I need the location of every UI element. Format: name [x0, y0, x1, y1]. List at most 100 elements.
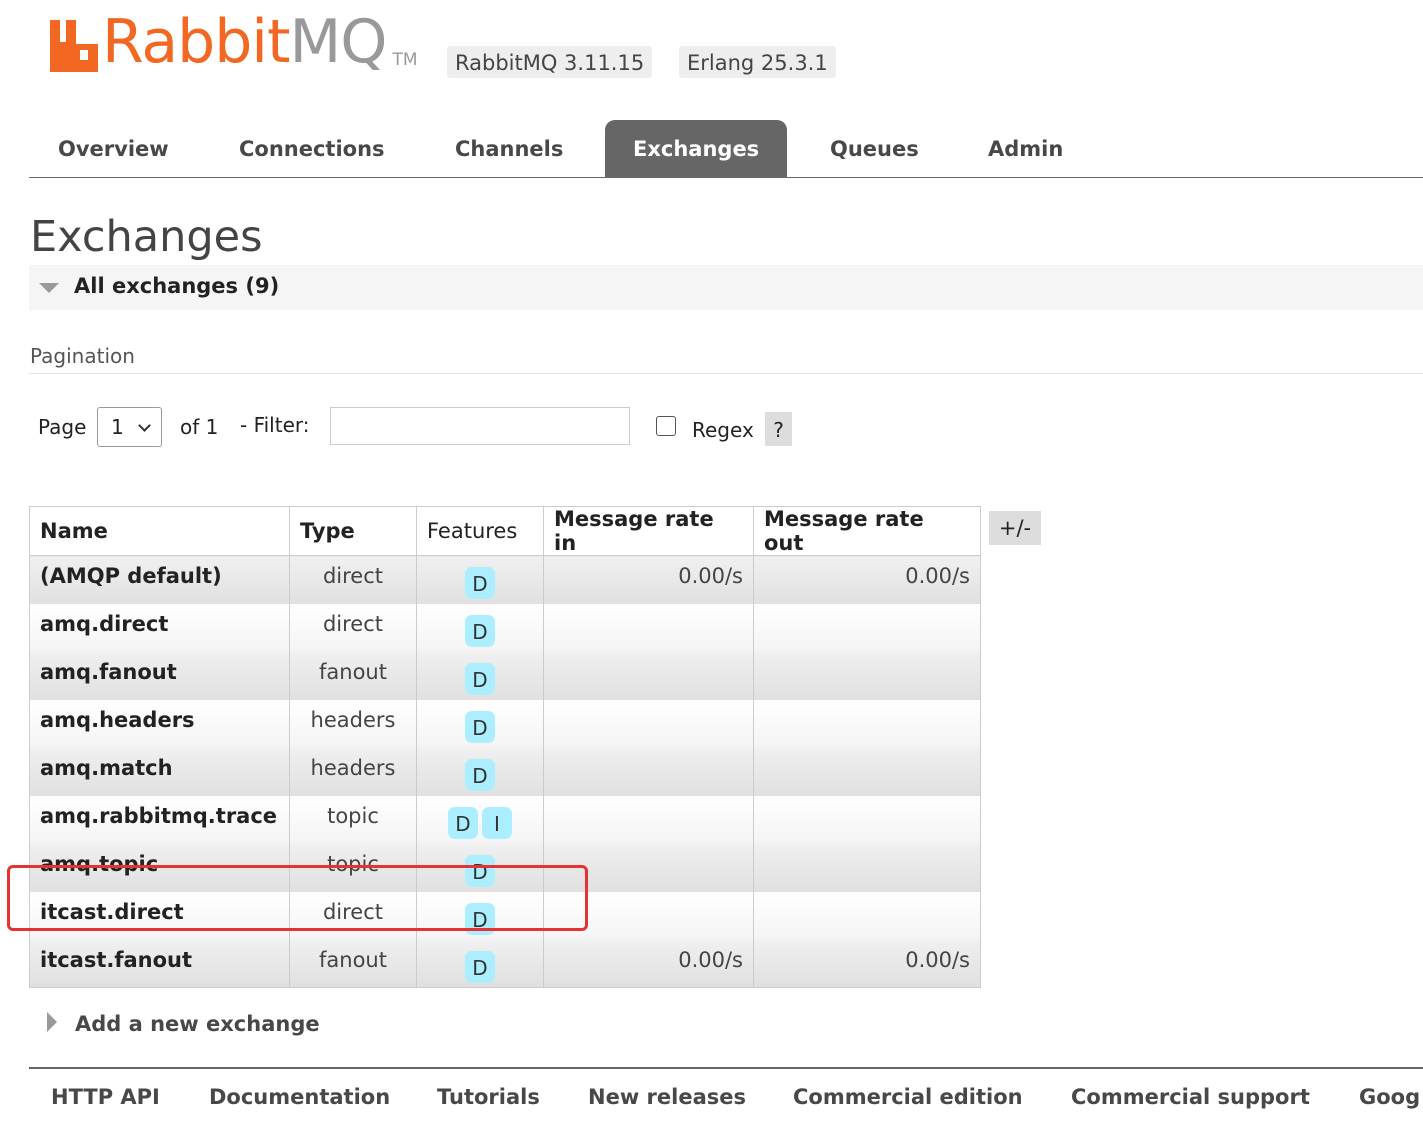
feature-flag-badge: D: [465, 758, 495, 791]
column-header-name[interactable]: Name: [29, 506, 290, 556]
tab-admin[interactable]: Admin: [960, 120, 1091, 178]
message-rate-in: [543, 651, 754, 700]
exchange-features: D: [416, 603, 544, 652]
feature-flag-badge: D: [465, 950, 495, 983]
chevron-down-icon: [138, 419, 151, 432]
footer-divider: [29, 1067, 1423, 1069]
feature-flag-badge: D: [465, 614, 495, 647]
exchange-name-link[interactable]: amq.direct: [29, 603, 290, 652]
message-rate-in: [543, 795, 754, 844]
feature-flag-badge: D: [465, 567, 495, 599]
message-rate-in: [543, 699, 754, 748]
tab-exchanges[interactable]: Exchanges: [605, 120, 788, 178]
pagination-heading: Pagination: [30, 344, 135, 368]
message-rate-out: [753, 699, 981, 748]
version-badge: RabbitMQ 3.11.15: [447, 46, 653, 78]
tab-overview[interactable]: Overview: [30, 120, 197, 178]
feature-flag-badge: D: [465, 710, 495, 743]
logo-text-rabbit: Rabbit: [102, 7, 291, 77]
page-select[interactable]: 1: [97, 407, 162, 447]
exchange-name-link[interactable]: amq.match: [29, 747, 290, 796]
table-row: amq.direct direct D: [29, 603, 981, 652]
column-header-features: Features: [416, 506, 544, 556]
exchange-name-link[interactable]: (AMQP default): [29, 555, 290, 604]
erlang-badge: Erlang 25.3.1: [679, 46, 836, 78]
message-rate-out: 0.00/s: [753, 555, 981, 604]
footer-link-new-releases[interactable]: New releases: [588, 1085, 746, 1109]
exchange-type: fanout: [289, 939, 417, 988]
message-rate-in: 0.00/s: [543, 555, 754, 604]
rabbitmq-logo-icon: [50, 20, 98, 72]
table-row: (AMQP default) direct D 0.00/s 0.00/s: [29, 555, 981, 604]
exchange-name-link[interactable]: amq.rabbitmq.trace: [29, 795, 290, 844]
annotation-highlight-box: [7, 865, 588, 931]
exchange-type: headers: [289, 747, 417, 796]
exchange-features: D: [416, 747, 544, 796]
column-header-rate-in[interactable]: Message rate in: [543, 506, 754, 556]
filter-label: - Filter:: [240, 413, 310, 437]
table-header-row: Name Type Features Message rate in Messa…: [29, 506, 981, 556]
footer-link-commercial-support[interactable]: Commercial support: [1071, 1085, 1310, 1109]
exchange-name-link[interactable]: amq.headers: [29, 699, 290, 748]
table-row: amq.fanout fanout D: [29, 651, 981, 700]
column-header-rate-out[interactable]: Message rate out: [753, 506, 981, 556]
rabbitmq-logo: Rabbit MQ TM: [50, 12, 418, 72]
regex-label: Regex: [692, 418, 754, 442]
message-rate-out: [753, 603, 981, 652]
divider: [29, 373, 1423, 374]
exchange-type: fanout: [289, 651, 417, 700]
table-row: amq.headers headers D: [29, 699, 981, 748]
exchange-name-link[interactable]: itcast.fanout: [29, 939, 290, 988]
exchange-type: direct: [289, 555, 417, 604]
table-row: amq.match headers D: [29, 747, 981, 796]
footer-link-tutorials[interactable]: Tutorials: [437, 1085, 540, 1109]
main-nav: Overview Connections Channels Exchanges …: [29, 120, 1423, 178]
expand-triangle-icon: [47, 1012, 57, 1032]
message-rate-out: 0.00/s: [753, 939, 981, 988]
tab-channels[interactable]: Channels: [427, 120, 591, 178]
feature-flag-badge: D: [465, 662, 495, 695]
message-rate-out: [753, 795, 981, 844]
exchange-features: D: [416, 555, 544, 604]
footer-link-commercial-edition[interactable]: Commercial edition: [793, 1085, 1023, 1109]
exchange-features: DI: [416, 795, 544, 844]
footer-link-documentation[interactable]: Documentation: [209, 1085, 390, 1109]
column-toggle-button[interactable]: +/-: [989, 511, 1041, 545]
feature-flag-badge: D: [448, 806, 478, 839]
exchange-features: D: [416, 651, 544, 700]
tab-queues[interactable]: Queues: [802, 120, 947, 178]
all-exchanges-section-toggle[interactable]: All exchanges (9): [29, 265, 1423, 310]
regex-help-button[interactable]: ?: [765, 412, 792, 446]
add-exchange-label: Add a new exchange: [75, 1012, 320, 1036]
page-select-value: 1: [111, 415, 124, 439]
tab-connections[interactable]: Connections: [211, 120, 413, 178]
page-of-label: of 1: [180, 415, 219, 439]
message-rate-out: [753, 747, 981, 796]
message-rate-out: [753, 891, 981, 940]
exchange-features: D: [416, 699, 544, 748]
column-header-type[interactable]: Type: [289, 506, 417, 556]
exchange-type: headers: [289, 699, 417, 748]
message-rate-out: [753, 651, 981, 700]
message-rate-in: [543, 603, 754, 652]
regex-checkbox[interactable]: [656, 416, 676, 436]
exchange-features: D: [416, 939, 544, 988]
exchange-type: topic: [289, 795, 417, 844]
exchange-name-link[interactable]: amq.fanout: [29, 651, 290, 700]
logo-text-mq: MQ: [289, 7, 388, 77]
table-row: amq.rabbitmq.trace topic D I: [29, 795, 981, 844]
logo-trademark: TM: [392, 50, 418, 70]
message-rate-out: [753, 843, 981, 892]
exchange-type: direct: [289, 603, 417, 652]
filter-input[interactable]: [330, 407, 630, 445]
section-title: All exchanges (9): [74, 274, 280, 298]
page-title: Exchanges: [30, 212, 263, 262]
message-rate-in: [543, 747, 754, 796]
footer-link-http-api[interactable]: HTTP API: [51, 1085, 160, 1109]
table-row: itcast.fanout fanout D 0.00/s 0.00/s: [29, 939, 981, 988]
collapse-triangle-icon: [39, 283, 59, 293]
feature-flag-badge: I: [482, 806, 512, 839]
page-label: Page: [38, 415, 87, 439]
message-rate-in: 0.00/s: [543, 939, 754, 988]
footer-link-google[interactable]: Goog: [1359, 1085, 1420, 1109]
